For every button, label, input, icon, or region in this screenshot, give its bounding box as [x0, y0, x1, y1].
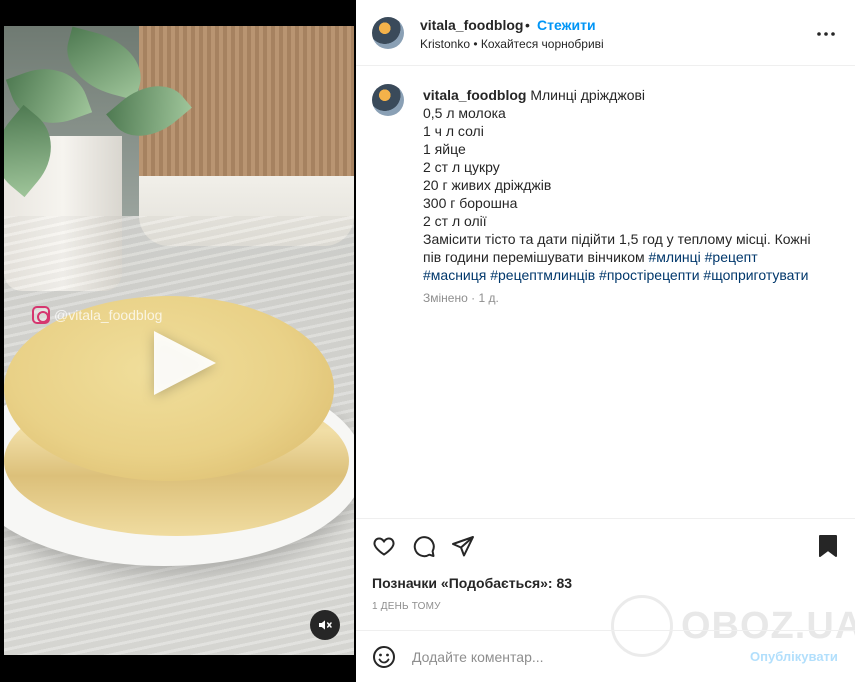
- follow-button[interactable]: Стежити: [537, 17, 596, 33]
- recipe-line: 20 г живих дріжджів: [423, 177, 552, 193]
- post-age[interactable]: 1 д.: [478, 291, 498, 305]
- recipe-line: 300 г борошна: [423, 195, 518, 211]
- comment-input[interactable]: [412, 647, 732, 667]
- video-watermark: @vitala_foodblog: [32, 306, 162, 324]
- meta-separator: ·: [471, 291, 476, 305]
- hashtag-links[interactable]: #млинці #рецепт: [649, 249, 758, 265]
- caption-section: vitala_foodblog Млинці дріжджові 0,5 л м…: [356, 66, 855, 518]
- speaker-muted-icon: [319, 620, 332, 630]
- instagram-icon: [32, 306, 50, 324]
- emoji-icon[interactable]: [372, 645, 396, 669]
- heart-icon: [373, 537, 395, 556]
- recipe-line: 2 ст л олії: [423, 213, 487, 229]
- caption-meta: Змінено · 1 д.: [423, 291, 499, 305]
- save-button[interactable]: [815, 533, 841, 559]
- recipe-line: 1 ч л солі: [423, 123, 484, 139]
- post-header: vitala_foodblog • Стежити Kristonko • Ко…: [356, 0, 855, 66]
- watermark-text: @vitala_foodblog: [54, 307, 163, 323]
- recipe-line: 2 ст л цукру: [423, 159, 500, 175]
- header-username[interactable]: vitala_foodblog: [420, 17, 523, 33]
- video-frame[interactable]: @vitala_foodblog: [4, 26, 354, 655]
- comment-button[interactable]: [411, 533, 437, 559]
- avatar[interactable]: [372, 84, 404, 116]
- recipe-line: 1 яйце: [423, 141, 466, 157]
- edited-label: Змінено: [423, 291, 468, 305]
- likes-count[interactable]: Позначки «Подобається»: 83: [372, 575, 572, 591]
- recipe-line: 0,5 л молока: [423, 105, 506, 121]
- post-media[interactable]: @vitala_foodblog: [0, 0, 356, 682]
- comment-icon: [413, 536, 435, 558]
- more-horizontal-icon[interactable]: [814, 22, 838, 46]
- hashtag-links[interactable]: #масниця #рецептмлинців #простірецепти #…: [423, 266, 823, 284]
- bookmark-icon: [819, 535, 837, 557]
- caption-username[interactable]: vitala_foodblog: [423, 87, 526, 103]
- post-comment-button[interactable]: Опублікувати: [750, 649, 838, 664]
- audio-track[interactable]: Kristonko • Кохайтеся чорнобриві: [420, 37, 604, 51]
- post-panel: vitala_foodblog • Стежити Kristonko • Ко…: [356, 0, 855, 682]
- share-button[interactable]: [450, 533, 476, 559]
- caption-text: vitala_foodblog Млинці дріжджові 0,5 л м…: [423, 86, 823, 284]
- header-separator: •: [525, 17, 530, 33]
- share-icon: [452, 536, 474, 557]
- like-button[interactable]: [371, 533, 397, 559]
- caption-title: Млинці дріжджові: [530, 87, 646, 103]
- comment-bar: Опублікувати: [356, 630, 855, 682]
- post-timestamp: 1 ДЕНЬ ТОМУ: [372, 601, 441, 612]
- mute-button[interactable]: [310, 610, 340, 640]
- play-icon[interactable]: [154, 331, 216, 395]
- avatar[interactable]: [372, 17, 404, 49]
